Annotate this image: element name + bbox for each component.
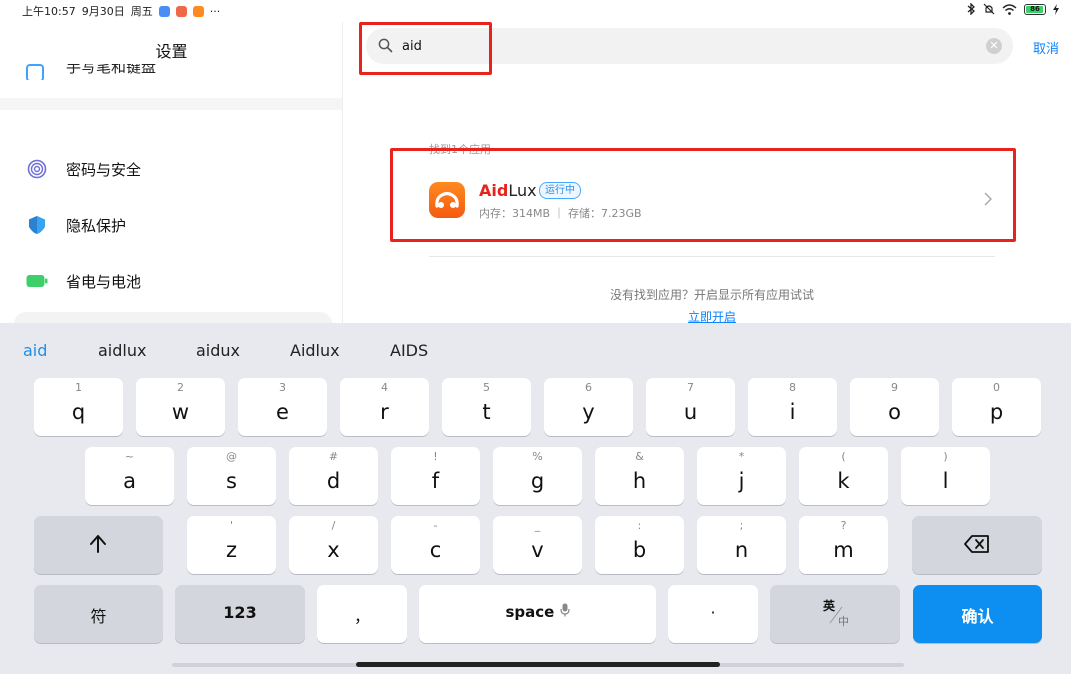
settings-item-label: 省电与电池 bbox=[66, 272, 142, 291]
status-time: 上午10:57 bbox=[22, 5, 76, 18]
key-j[interactable]: * j bbox=[697, 447, 786, 505]
status-more: ··· bbox=[209, 4, 221, 18]
app-meta: 内存：314MB ｜ 存储：7.23GB bbox=[479, 207, 642, 220]
key-e[interactable]: 3e bbox=[238, 378, 327, 436]
numbers-key[interactable]: 123 bbox=[175, 585, 305, 643]
status-bar: 上午10:57 9月30日 周五 ··· 86 bbox=[0, 0, 1071, 22]
settings-title: 设置 bbox=[155, 42, 188, 61]
battery-icon bbox=[26, 270, 48, 292]
aidlux-app-icon bbox=[429, 182, 465, 218]
key-d[interactable]: # d bbox=[289, 447, 378, 505]
search-bar[interactable]: ✕ bbox=[366, 28, 1013, 64]
backspace-key[interactable] bbox=[912, 516, 1042, 574]
settings-item-partial[interactable]: 手写笔和键盘 bbox=[26, 64, 226, 80]
space-key[interactable]: space bbox=[419, 585, 656, 643]
microphone-icon bbox=[559, 603, 570, 617]
cancel-button[interactable]: 取消 bbox=[1033, 38, 1059, 57]
key-b[interactable]: :b bbox=[595, 516, 684, 574]
shift-key[interactable] bbox=[34, 516, 163, 574]
clear-icon[interactable]: ✕ bbox=[986, 38, 1002, 54]
search-input[interactable] bbox=[402, 28, 962, 64]
suggestion-item[interactable]: aidlux bbox=[98, 341, 146, 360]
settings-item-battery[interactable]: 省电与电池 bbox=[0, 259, 342, 303]
backspace-icon bbox=[964, 535, 989, 553]
key-w[interactable]: 2w bbox=[136, 378, 225, 436]
key-c[interactable]: -c bbox=[391, 516, 480, 574]
key-z[interactable]: ' z bbox=[187, 516, 276, 574]
section-divider bbox=[0, 98, 342, 110]
suggestion-item[interactable]: aidux bbox=[196, 341, 240, 360]
wifi-icon bbox=[1002, 3, 1017, 15]
key-f[interactable]: ! f bbox=[391, 447, 480, 505]
notification-app-icon bbox=[175, 5, 187, 17]
key-p[interactable]: 0p bbox=[952, 378, 1041, 436]
fingerprint-icon bbox=[26, 158, 48, 180]
running-badge: 运行中 bbox=[539, 182, 581, 199]
confirm-key[interactable]: 确认 bbox=[913, 585, 1042, 643]
not-found-text: 没有找到应用？开启显示所有应用试试 bbox=[609, 288, 814, 302]
key-t[interactable]: 5t bbox=[442, 378, 531, 436]
status-weekday: 周五 bbox=[130, 5, 153, 18]
app-name: AidLux bbox=[479, 181, 537, 200]
notification-app-icon bbox=[158, 5, 170, 17]
divider bbox=[429, 256, 995, 257]
key-a[interactable]: ~ a bbox=[85, 447, 174, 505]
charging-icon bbox=[1053, 3, 1059, 15]
key-x[interactable]: / x bbox=[289, 516, 378, 574]
suggestion-item[interactable]: AIDS bbox=[390, 341, 428, 360]
key-v[interactable]: _ v bbox=[493, 516, 582, 574]
keyboard-pen-icon bbox=[26, 64, 44, 80]
key-q[interactable]: 1q bbox=[34, 378, 123, 436]
key-s[interactable]: @ s bbox=[187, 447, 276, 505]
suggestion-bar: aid aidlux aidux Aidlux AIDS bbox=[0, 323, 1071, 373]
settings-item-password-security[interactable]: 密码与安全 bbox=[0, 147, 342, 191]
key-g[interactable]: % g bbox=[493, 447, 582, 505]
comma-key[interactable]: ， bbox=[317, 585, 407, 643]
aidlux-notification-icon bbox=[192, 5, 204, 17]
settings-item-selected-partial[interactable] bbox=[14, 312, 332, 323]
key-i[interactable]: 8i bbox=[748, 378, 837, 436]
search-icon bbox=[378, 38, 393, 53]
settings-item-privacy[interactable]: 隐私保护 bbox=[0, 203, 342, 247]
bluetooth-icon bbox=[967, 3, 975, 15]
key-k[interactable]: (k bbox=[799, 447, 888, 505]
key-u[interactable]: 7u bbox=[646, 378, 735, 436]
battery-indicator: 86 bbox=[1024, 3, 1046, 15]
keyboard: aid aidlux aidux Aidlux AIDS 1q 2w 3e 4r… bbox=[0, 323, 1071, 674]
period-key[interactable]: · bbox=[668, 585, 758, 643]
key-n[interactable]: ; n bbox=[697, 516, 786, 574]
chevron-right-icon bbox=[984, 192, 992, 206]
status-right: 86 bbox=[967, 3, 1059, 15]
settings-panel: 设置 手写笔和键盘 密码与安全 隐私保护 省电与电池 bbox=[0, 22, 343, 323]
key-l[interactable]: ) l bbox=[901, 447, 990, 505]
language-switch-key[interactable]: 英 中 bbox=[770, 585, 900, 643]
home-indicator[interactable] bbox=[356, 662, 720, 667]
key-m[interactable]: ? m bbox=[799, 516, 888, 574]
key-h[interactable]: & h bbox=[595, 447, 684, 505]
status-date: 9月30日 bbox=[81, 5, 125, 18]
shield-icon bbox=[26, 214, 48, 236]
key-o[interactable]: 9o bbox=[850, 378, 939, 436]
suggestion-item[interactable]: Aidlux bbox=[290, 341, 340, 360]
settings-item-label: 密码与安全 bbox=[66, 160, 142, 179]
status-left: 上午10:57 9月30日 周五 ··· bbox=[22, 3, 220, 19]
app-result-aidlux[interactable]: AidLux 运行中 内存：314MB ｜ 存储：7.23GB bbox=[395, 154, 1011, 238]
mute-icon bbox=[983, 3, 995, 15]
shift-arrow-icon bbox=[90, 535, 106, 553]
settings-item-label: 隐私保护 bbox=[66, 216, 127, 235]
key-y[interactable]: 6y bbox=[544, 378, 633, 436]
suggestion-item[interactable]: aid bbox=[23, 341, 47, 360]
key-r[interactable]: 4r bbox=[340, 378, 429, 436]
symbols-key[interactable]: 符 bbox=[34, 585, 163, 643]
